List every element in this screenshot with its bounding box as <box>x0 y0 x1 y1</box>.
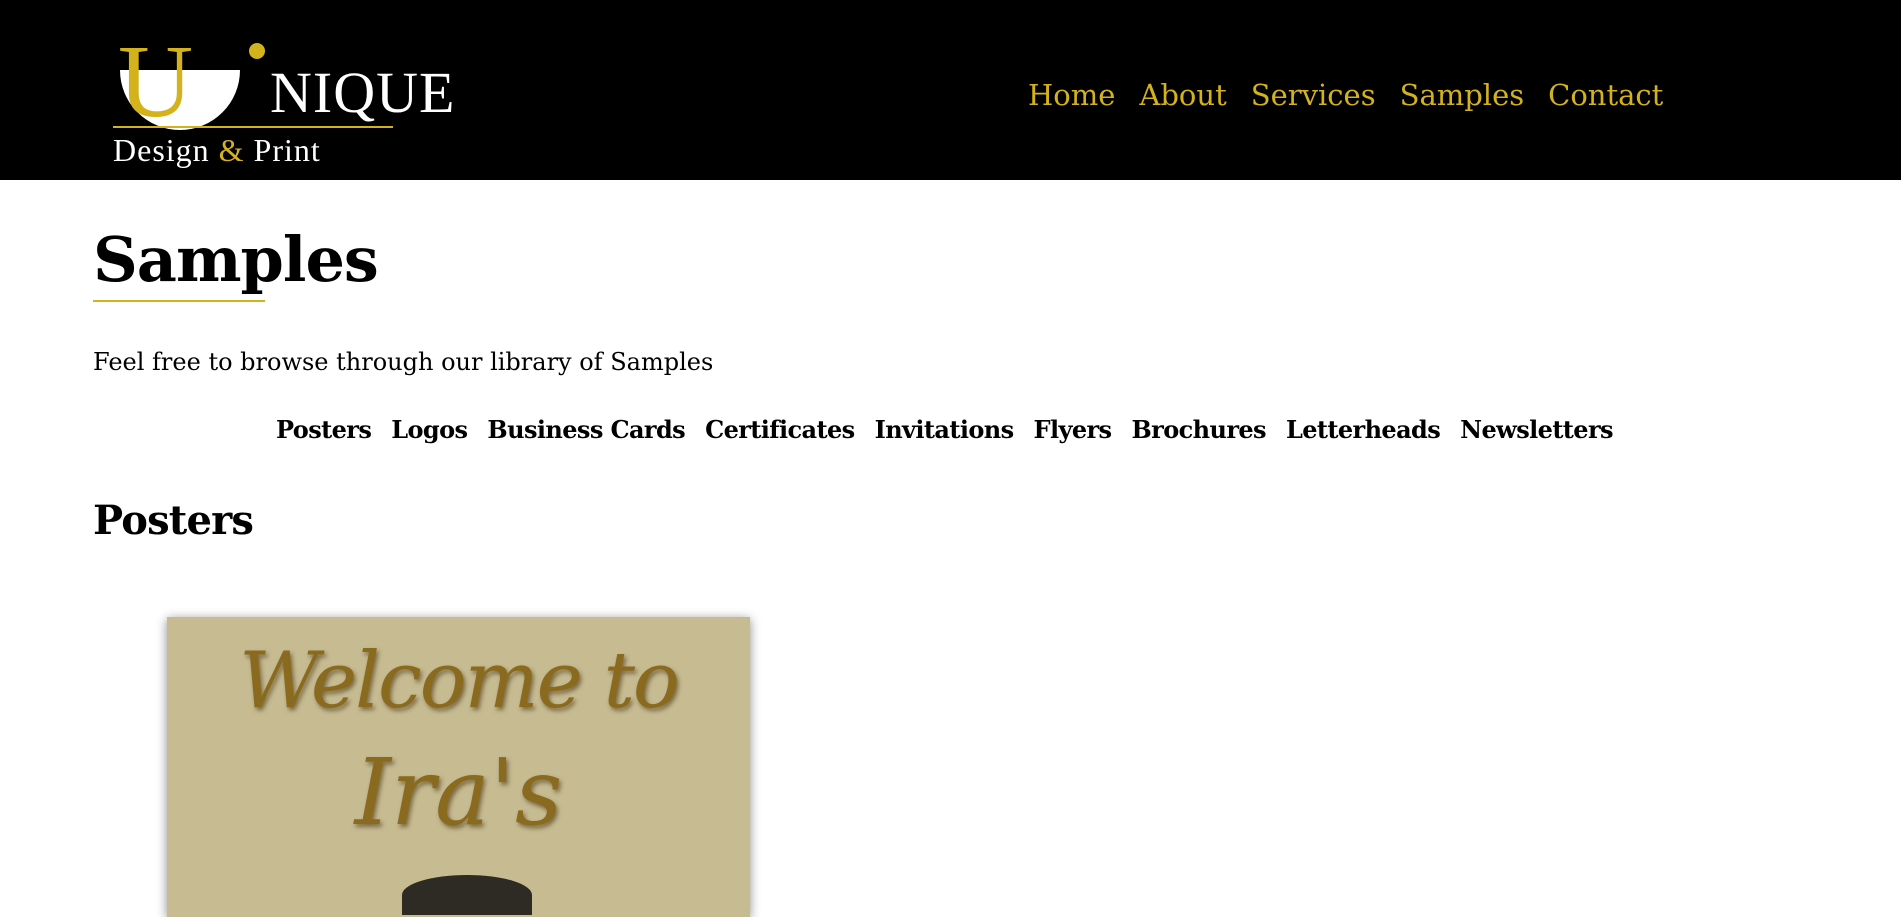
nav-home[interactable]: Home <box>1028 78 1115 113</box>
title-underline <box>93 300 265 302</box>
intro-text: Feel free to browse through our library … <box>93 348 714 376</box>
logo-tagline-amp: & <box>218 132 245 168</box>
section-title-posters: Posters <box>93 497 254 544</box>
category-invitations[interactable]: Invitations <box>875 415 1015 445</box>
category-newsletters[interactable]: Newsletters <box>1460 415 1613 445</box>
category-brochures[interactable]: Brochures <box>1131 415 1266 445</box>
poster-text-line1: Welcome to <box>239 636 680 726</box>
logo-tagline-part2: Print <box>244 132 321 168</box>
poster-sample-image[interactable]: Welcome to Ira's <box>167 617 750 917</box>
nav-contact[interactable]: Contact <box>1548 78 1663 113</box>
logo-tagline: Design & Print <box>113 134 321 166</box>
sample-category-nav: Posters Logos Business Cards Certificate… <box>276 415 1614 445</box>
poster-graphic <box>402 875 532 915</box>
category-certificates[interactable]: Certificates <box>705 415 855 445</box>
category-letterheads[interactable]: Letterheads <box>1286 415 1441 445</box>
category-business-cards[interactable]: Business Cards <box>487 415 685 445</box>
nav-about[interactable]: About <box>1139 78 1226 113</box>
logo-wordmark: NIQUE <box>270 60 456 125</box>
page-title: Samples <box>93 223 379 296</box>
logo-link[interactable]: U NIQUE Design & Print <box>110 6 454 172</box>
poster-text-line2: Ira's <box>354 739 563 846</box>
nav-services[interactable]: Services <box>1251 78 1376 113</box>
logo-tagline-part1: Design <box>113 132 219 168</box>
nav-samples[interactable]: Samples <box>1400 78 1525 113</box>
category-logos[interactable]: Logos <box>391 415 468 445</box>
category-posters[interactable]: Posters <box>276 415 372 445</box>
logo-divider <box>113 126 393 128</box>
logo-initial: U <box>118 24 193 139</box>
main-nav: Home About Services Samples Contact <box>1028 78 1663 113</box>
site-header: U NIQUE Design & Print Home About Servic… <box>0 0 1901 180</box>
category-flyers[interactable]: Flyers <box>1034 415 1113 445</box>
